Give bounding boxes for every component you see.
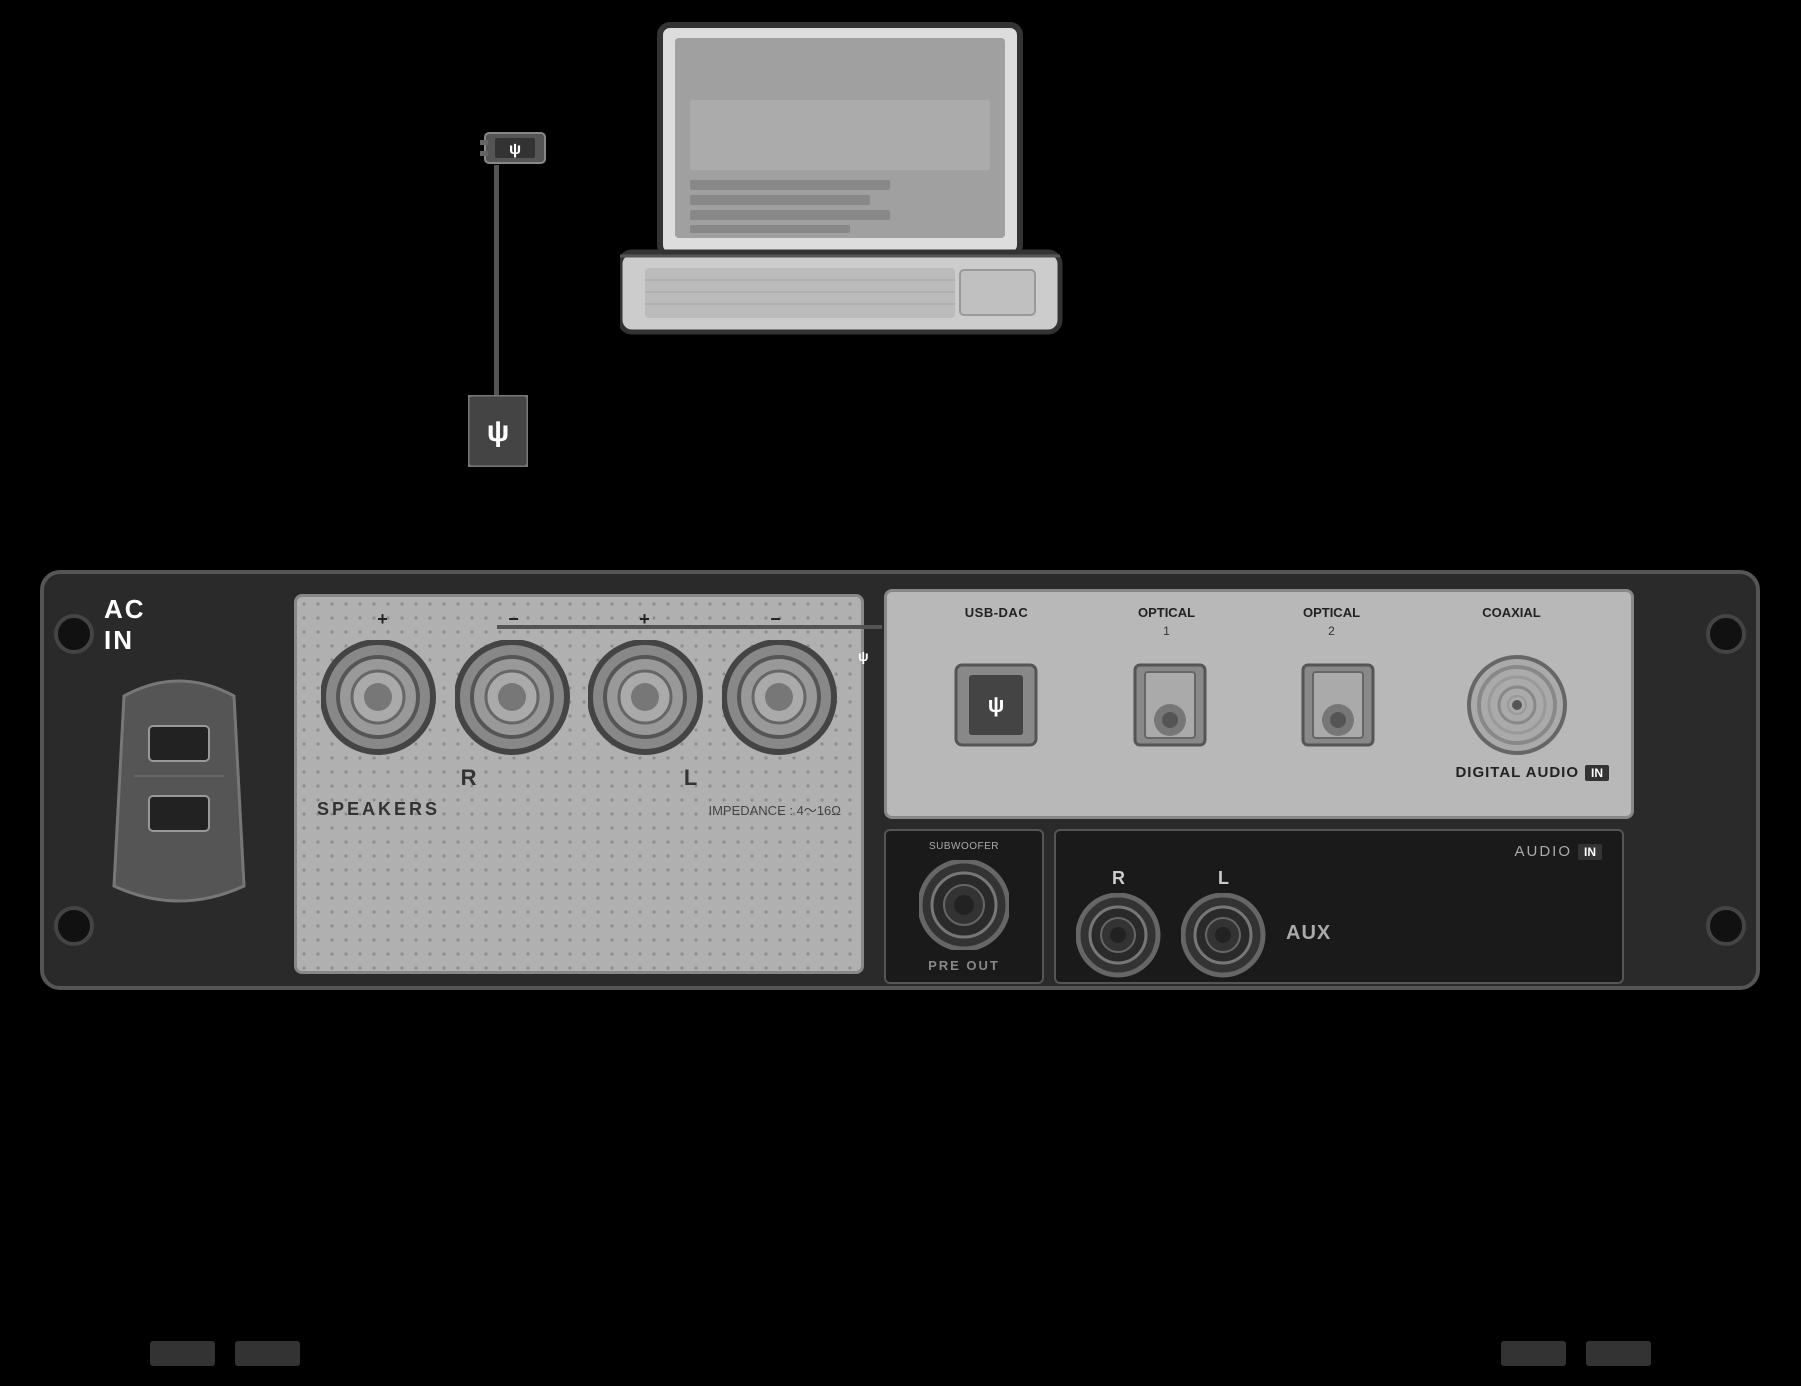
speaker-plus-1: + (377, 609, 388, 630)
speaker-l-label: L (684, 765, 697, 791)
impedance-label: IMPEDANCE : 4～16Ω (708, 800, 841, 819)
speaker-terminal-4 (722, 640, 837, 755)
optical2-label: OPTICAL (1303, 605, 1360, 620)
laptop-illustration (620, 20, 1070, 350)
usb-dac-label: USB-DAC (965, 605, 1028, 620)
speakers-label: SPEAKERS (317, 799, 440, 820)
speaker-section: + − + − (294, 594, 864, 974)
subwoofer-label: SUBWOOFER (929, 841, 999, 852)
coaxial-port (1467, 655, 1567, 755)
speaker-minus-2: − (770, 609, 781, 630)
amplifier-unit: AC IN + − + (40, 570, 1760, 990)
mount-hole-lt (54, 614, 94, 654)
power-connector-svg (104, 666, 254, 916)
coaxial-label: COAXIAL (1482, 605, 1541, 620)
speaker-terminal-1 (321, 640, 436, 755)
speaker-plus-2: + (639, 609, 650, 630)
digital-in-badge: IN (1585, 765, 1609, 781)
audio-terminal-r (1076, 893, 1161, 978)
usb-symbol-cable: ψ (468, 395, 528, 467)
ac-label: AC (104, 594, 146, 625)
mount-hole-lb (54, 906, 94, 946)
usb-dac-port: ψ (951, 660, 1041, 750)
ac-in-section: AC IN (104, 594, 274, 964)
digital-audio-label: DIGITAL AUDIO (1455, 764, 1579, 781)
audio-l-label: L (1218, 868, 1229, 889)
mount-hole-rt (1706, 614, 1746, 654)
svg-text:ψ: ψ (509, 141, 521, 158)
optical-port-1 (1130, 660, 1210, 750)
bottom-right-feet (1501, 1341, 1651, 1366)
usb-connector-bottom (476, 463, 526, 503)
optical2-sub: 2 (1328, 624, 1335, 638)
mount-hole-rb (1706, 906, 1746, 946)
subwoofer-terminal (919, 860, 1009, 950)
audio-terminal-l (1181, 893, 1266, 978)
pre-out-section: SUBWOOFER PRE OUT (884, 829, 1044, 984)
optical-port-2 (1298, 660, 1378, 750)
speaker-r-label: R (461, 765, 477, 791)
svg-text:ψ: ψ (988, 692, 1005, 717)
svg-text:ψ: ψ (487, 415, 510, 448)
bottom-left-feet (150, 1341, 300, 1366)
speaker-terminal-3 (588, 640, 703, 755)
aux-label: AUX (1286, 922, 1331, 945)
in-label: IN (104, 625, 274, 656)
usb-connector-top: ψ (480, 128, 550, 168)
audio-in-section: AUDIO IN R L (1054, 829, 1624, 984)
audio-label: AUDIO (1514, 843, 1572, 860)
speaker-minus-1: − (508, 609, 519, 630)
digital-audio-section: USB-DAC OPTICAL 1 OPTICAL 2 COAXIAL (884, 589, 1634, 819)
audio-in-badge: IN (1578, 844, 1602, 860)
speaker-terminal-2 (455, 640, 570, 755)
diagram-container: ψ ψ AC IN (0, 0, 1801, 1386)
optical1-label: OPTICAL (1138, 605, 1195, 620)
audio-r-label: R (1112, 868, 1125, 889)
pre-out-label: PRE OUT (928, 958, 1000, 973)
optical1-sub: 1 (1163, 624, 1170, 638)
